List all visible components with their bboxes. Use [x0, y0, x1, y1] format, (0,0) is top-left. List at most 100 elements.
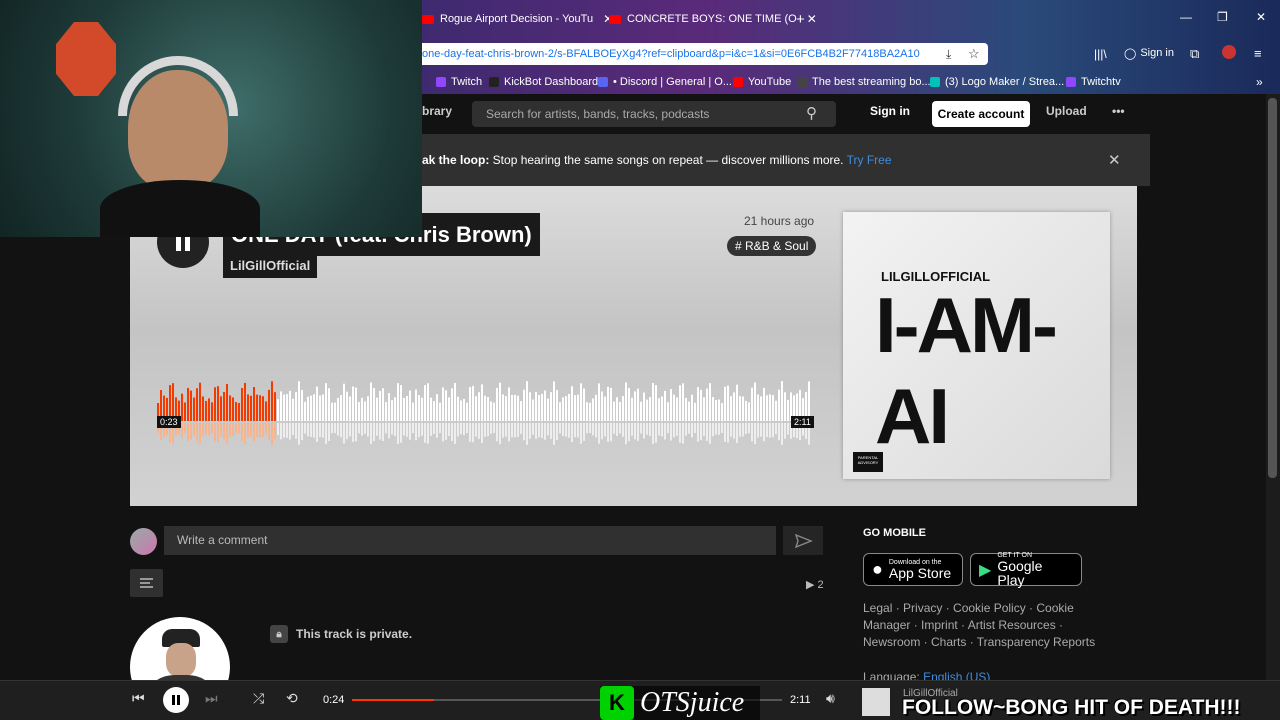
waveform-bar — [532, 399, 534, 421]
waveform-bar — [556, 390, 558, 421]
waveform-reflection-bar — [499, 423, 501, 445]
close-icon[interactable]: ✕ — [1108, 151, 1121, 169]
footer-links[interactable]: Legal · Privacy · Cookie Policy · Cookie… — [863, 600, 1123, 651]
sign-in-button[interactable]: Sign in — [870, 104, 910, 118]
waveform-bar — [751, 387, 753, 421]
waveform-reflection-bar — [382, 423, 384, 442]
waveform-bar — [769, 394, 771, 421]
browser-tab[interactable]: CONCRETE BOYS: ONE TIME (O ✕ — [609, 8, 817, 30]
waveform-reflection-bar — [481, 423, 483, 444]
minimize-icon[interactable]: — — [1180, 10, 1192, 24]
bookmark-item[interactable]: KickBot Dashboard — [489, 76, 598, 88]
waveform-reflection-bar — [301, 423, 303, 441]
waveform-bar — [184, 402, 186, 421]
waveform-reflection-bar — [484, 423, 486, 437]
player-artwork-thumbnail[interactable] — [862, 688, 890, 716]
waveform-reflection-bar — [658, 423, 660, 436]
waveform-reflection-bar — [670, 423, 672, 441]
waveform-bar — [775, 400, 777, 421]
library-icon[interactable]: |||\ — [1094, 47, 1107, 61]
volume-icon[interactable]: 🔊︎ — [826, 690, 835, 707]
waveform-bar — [781, 381, 783, 421]
shuffle-icon[interactable]: ⤮ — [253, 690, 264, 707]
waveform-reflection-bar — [454, 423, 456, 444]
new-tab-button[interactable]: + — [796, 8, 805, 30]
player-pause-button[interactable] — [163, 687, 189, 713]
create-account-button[interactable]: Create account — [932, 101, 1030, 127]
waveform-reflection-bar — [490, 423, 492, 434]
waveform-reflection-bar — [529, 423, 531, 439]
waveform-bar — [232, 397, 234, 421]
nav-library[interactable]: brary — [422, 104, 452, 118]
restore-icon[interactable]: ❐ — [1217, 10, 1228, 24]
track-artist[interactable]: LilGillOfficial — [223, 253, 318, 278]
bookmark-item[interactable]: YouTube — [733, 76, 791, 88]
genre-tag[interactable]: # R&B & Soul — [727, 236, 817, 256]
download-icon[interactable]: ⤓ — [946, 47, 951, 62]
bookmark-item[interactable]: The best streaming bo... — [797, 76, 931, 88]
waveform-reflection-bar — [442, 423, 444, 442]
waveform-bar — [601, 391, 603, 421]
waveform-bar — [439, 402, 441, 421]
waveform-reflection-bar — [451, 423, 453, 441]
waveform-bar — [595, 394, 597, 421]
streamer-shirt — [100, 180, 260, 237]
app-store-badge[interactable]: ● Download on the App Store — [863, 553, 963, 586]
waveform-bar — [241, 388, 243, 421]
bookmark-star-icon[interactable]: ☆ — [968, 46, 980, 62]
waveform-reflection-bar — [514, 423, 516, 438]
google-play-badge[interactable]: ▶ GET IT ON Google Play — [970, 552, 1082, 587]
next-track-icon[interactable]: ⏭ — [205, 690, 218, 707]
waveform-reflection-bar — [229, 423, 231, 438]
waveform-reflection-bar — [292, 423, 294, 436]
waveform-bar — [688, 401, 690, 421]
waveform-reflection-bar — [349, 423, 351, 437]
waveform-bar — [535, 391, 537, 421]
waveform-reflection-bar — [400, 423, 402, 443]
extensions-icon[interactable]: ⧉ — [1190, 46, 1199, 62]
waveform-reflection-bar — [772, 423, 774, 438]
waveform-reflection-bar — [556, 423, 558, 441]
waveform-reflection-bar — [673, 423, 675, 438]
previous-track-icon[interactable]: ⏮ — [132, 690, 145, 707]
profile-avatar[interactable] — [1222, 45, 1236, 59]
waveform-reflection-bar — [760, 423, 762, 437]
repost-button[interactable] — [130, 569, 163, 597]
close-window-icon[interactable]: ✕ — [1256, 10, 1266, 24]
waveform-reflection-bar — [304, 423, 306, 434]
search-icon[interactable]: ⚲ — [806, 104, 817, 122]
menu-icon[interactable]: ≡ — [1254, 46, 1262, 61]
scrollbar-thumb[interactable] — [1268, 98, 1277, 478]
waveform-reflection-bar — [244, 423, 246, 444]
waveform-reflection-bar — [547, 423, 549, 436]
waveform-bar — [730, 396, 732, 421]
waveform-reflection-bar — [313, 423, 315, 438]
waveform-bar — [292, 398, 294, 421]
browser-tab[interactable]: Rogue Airport Decision - YouTu ✕ — [422, 8, 613, 30]
waveform-bar — [493, 402, 495, 421]
waveform-reflection-bar — [709, 423, 711, 444]
waveform-bar — [457, 396, 459, 421]
bookmark-item[interactable]: Twitch — [436, 76, 482, 88]
more-bookmarks-icon[interactable]: » — [1256, 75, 1263, 89]
waveform-reflection-bar — [730, 423, 732, 437]
search-input[interactable]: Search for artists, bands, tracks, podca… — [472, 101, 836, 127]
waveform-reflection-bar — [187, 423, 189, 442]
waveform-reflection-bar — [199, 423, 201, 445]
close-tab-icon[interactable]: ✕ — [807, 12, 817, 26]
lock-icon: 🔒︎ — [270, 625, 288, 643]
try-free-link[interactable]: Try Free — [847, 153, 892, 167]
browser-sign-in[interactable]: ◯ Sign in — [1124, 47, 1174, 60]
send-comment-button[interactable] — [783, 526, 823, 555]
address-bar[interactable]: one-day-feat-chris-brown-2/s-BFALBOEyXg4… — [410, 43, 988, 65]
upload-button[interactable]: Upload — [1046, 104, 1087, 118]
waveform-bar — [418, 395, 420, 421]
bookmark-item[interactable]: Twitchtv — [1066, 76, 1121, 88]
bookmark-item[interactable]: (3) Logo Maker / Strea... — [930, 76, 1064, 88]
more-options-icon[interactable]: ••• — [1112, 104, 1125, 118]
waveform[interactable]: 0:23 2:11 — [157, 365, 814, 455]
repeat-icon[interactable]: ⟲ — [286, 690, 298, 707]
waveform-bar — [754, 382, 756, 421]
bookmark-item[interactable]: • Discord | General | O... — [598, 76, 732, 88]
comment-input[interactable]: Write a comment — [164, 526, 776, 555]
